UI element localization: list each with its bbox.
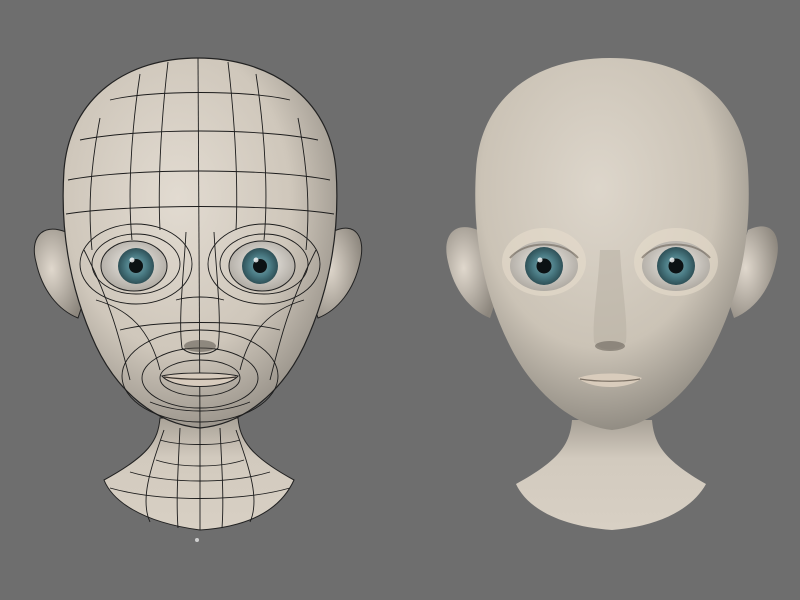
wireframe-head[interactable] [33,57,363,542]
left-eye-wire [100,240,168,292]
neck-shape-smooth [516,420,706,530]
right-eye-smooth [641,241,711,291]
smooth-head[interactable] [446,58,778,530]
left-eye-smooth [509,241,579,291]
3d-viewport[interactable] [0,0,800,600]
render-scene [33,57,778,542]
right-eye-wire [228,240,296,292]
neck-shape [103,417,295,531]
viewport-marker [195,538,199,542]
